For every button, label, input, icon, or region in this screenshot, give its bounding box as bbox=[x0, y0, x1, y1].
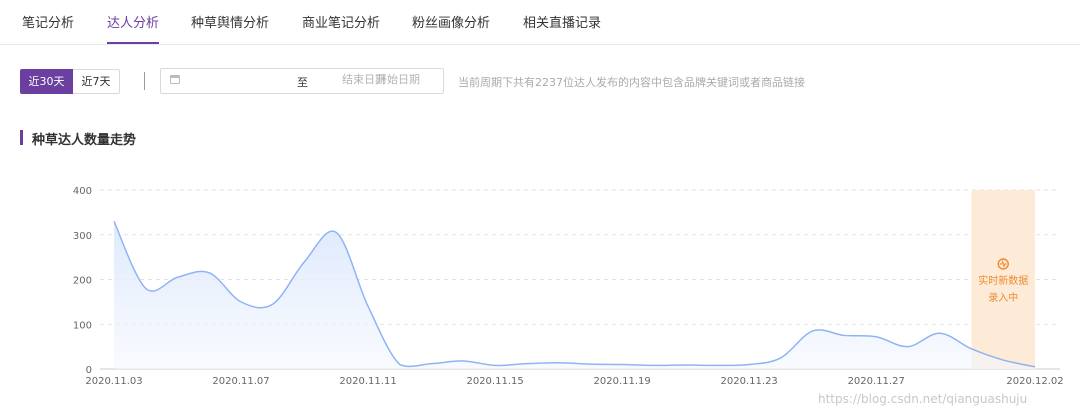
chart-area-fill bbox=[114, 221, 1035, 369]
x-tick-label: 2020.11.27 bbox=[848, 376, 905, 385]
y-tick-label: 0 bbox=[86, 365, 92, 376]
period-30-days-button[interactable]: 近30天 bbox=[20, 69, 73, 94]
calendar-icon bbox=[170, 75, 180, 84]
x-tick-label: 2020.11.07 bbox=[212, 376, 269, 385]
trend-chart: 0 100 200 300 400 2020.11.03 2020.11.07 2020.1… bbox=[73, 186, 1064, 385]
tab-seeding-sentiment-analysis[interactable]: 种草舆情分析 bbox=[191, 12, 269, 31]
divider bbox=[144, 72, 145, 90]
tab-bar: 笔记分析 达人分析 种草舆情分析 商业笔记分析 粉丝画像分析 相关直播记录 bbox=[0, 0, 1080, 45]
x-tick-label: 2020.11.03 bbox=[85, 376, 142, 385]
x-tick-label: 2020.11.15 bbox=[466, 376, 523, 385]
y-tick-label: 300 bbox=[73, 231, 92, 242]
period-summary-text: 当前周期下共有2237位达人发布的内容中包含品牌关键词或者商品链接 bbox=[458, 76, 805, 89]
live-badge-line1: 实时新数据 bbox=[978, 274, 1028, 287]
end-date-input[interactable] bbox=[319, 73, 409, 86]
section-accent-bar bbox=[20, 130, 23, 145]
x-tick-label: 2020.11.23 bbox=[721, 376, 778, 385]
tab-live-records[interactable]: 相关直播记录 bbox=[523, 12, 601, 31]
section-title: 种草达人数量走势 bbox=[32, 133, 137, 148]
live-badge-line2: 录入中 bbox=[988, 291, 1018, 304]
y-tick-label: 100 bbox=[73, 320, 92, 331]
x-tick-label: 2020.11.19 bbox=[594, 376, 651, 385]
tab-fan-profile-analysis[interactable]: 粉丝画像分析 bbox=[412, 12, 490, 31]
x-tick-label: 2020.12.02 bbox=[1006, 376, 1063, 385]
tab-influencer-analysis[interactable]: 达人分析 bbox=[107, 12, 159, 31]
y-tick-label: 400 bbox=[73, 186, 92, 197]
x-tick-label: 2020.11.11 bbox=[339, 376, 396, 385]
period-7-days-button[interactable]: 近7天 bbox=[73, 69, 120, 94]
tab-notes-analysis[interactable]: 笔记分析 bbox=[22, 12, 74, 31]
date-range-separator: 至 bbox=[297, 76, 308, 89]
date-range-picker[interactable]: 至 bbox=[160, 68, 444, 94]
tab-commercial-notes-analysis[interactable]: 商业笔记分析 bbox=[302, 12, 380, 31]
active-tab-indicator bbox=[107, 42, 159, 44]
watermark: https://blog.csdn.net/qianguashuju bbox=[818, 392, 1028, 406]
y-tick-label: 200 bbox=[73, 276, 92, 287]
period-selector: 近30天 近7天 bbox=[20, 69, 120, 94]
